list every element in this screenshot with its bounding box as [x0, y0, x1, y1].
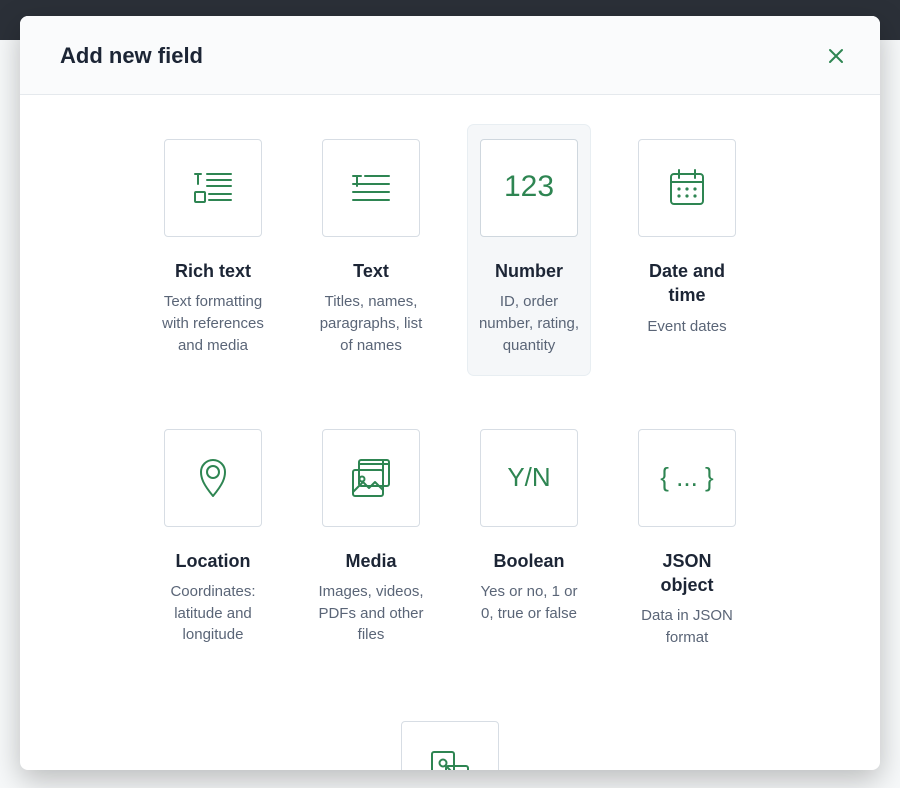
field-type-title: Media: [345, 549, 396, 573]
svg-text:{ ... }: { ... }: [660, 462, 714, 492]
field-type-desc: Images, videos, PDFs and other files: [318, 581, 424, 646]
svg-text:Y/N: Y/N: [507, 462, 550, 492]
field-type-desc: Event dates: [647, 316, 726, 338]
field-type-reference[interactable]: Reference For example, a blog post can r…: [389, 707, 511, 770]
field-type-title: Rich text: [175, 259, 251, 283]
field-type-date-time[interactable]: Date and time Event dates: [626, 125, 748, 375]
field-type-desc: ID, order number, rating, quantity: [476, 291, 582, 356]
media-icon: [322, 429, 420, 527]
field-type-title: Date and time: [634, 259, 740, 308]
svg-text:123: 123: [504, 170, 554, 203]
modal-header: Add new field: [20, 16, 880, 95]
modal-body: Rich text Text formatting with reference…: [20, 95, 880, 770]
close-icon: [828, 48, 844, 64]
location-pin-icon: [164, 429, 262, 527]
calendar-icon: [638, 139, 736, 237]
field-type-title: Number: [495, 259, 563, 283]
field-type-rich-text[interactable]: Rich text Text formatting with reference…: [152, 125, 274, 375]
field-type-desc: Yes or no, 1 or 0, true or false: [476, 581, 582, 625]
field-type-boolean[interactable]: Y/N Boolean Yes or no, 1 or 0, true or f…: [468, 415, 590, 667]
rich-text-icon: [164, 139, 262, 237]
field-type-number[interactable]: 123 Number ID, order number, rating, qua…: [468, 125, 590, 375]
field-type-title: Text: [353, 259, 389, 283]
field-type-json-object[interactable]: { ... } JSON object Data in JSON format: [626, 415, 748, 667]
field-type-title: JSON object: [634, 549, 740, 598]
text-icon: [322, 139, 420, 237]
reference-icon: [401, 721, 499, 770]
field-type-title: Boolean: [493, 549, 564, 573]
boolean-icon: Y/N: [480, 429, 578, 527]
field-type-text[interactable]: Text Titles, names, paragraphs, list of …: [310, 125, 432, 375]
modal-title: Add new field: [60, 43, 203, 69]
field-type-desc: Coordinates: latitude and longitude: [160, 581, 266, 646]
close-button[interactable]: [822, 42, 850, 70]
field-type-media[interactable]: Media Images, videos, PDFs and other fil…: [310, 415, 432, 667]
field-type-grid: Rich text Text formatting with reference…: [80, 125, 820, 770]
field-type-desc: Text formatting with references and medi…: [160, 291, 266, 356]
field-type-title: Location: [176, 549, 251, 573]
field-type-location[interactable]: Location Coordinates: latitude and longi…: [152, 415, 274, 667]
field-type-desc: Data in JSON format: [634, 605, 740, 649]
json-icon: { ... }: [638, 429, 736, 527]
add-field-modal: Add new field Rich tex: [20, 16, 880, 770]
number-icon: 123: [480, 139, 578, 237]
field-type-desc: Titles, names, paragraphs, list of names: [318, 291, 424, 356]
